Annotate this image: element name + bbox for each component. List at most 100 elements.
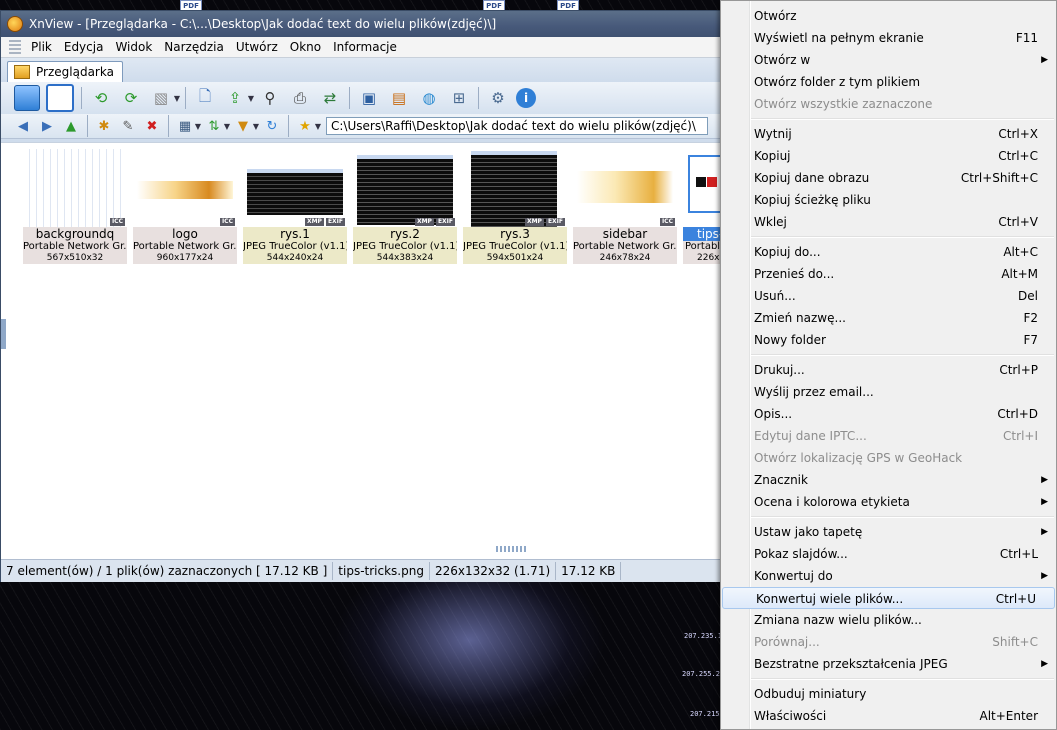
thumbnail-name: backgroundq <box>23 227 127 241</box>
toolbar-separator <box>349 87 350 109</box>
thumbnail-item[interactable]: XMP EXIF rys.3 JPEG TrueColor (v1.1) 594… <box>463 149 567 264</box>
thumbnail-dims: 544x383x24 <box>353 253 457 264</box>
menu-item-konwertuj-wiele-plikow[interactable]: Konwertuj wiele plików... Ctrl+U <box>722 587 1055 609</box>
menu-item-odbuduj-miniatury[interactable]: Odbuduj miniatury <box>721 683 1056 705</box>
menu-item-znacznik[interactable]: Znacznik ▶ <box>721 469 1056 491</box>
thumbnail-item[interactable]: ICC logo Portable Network Gr... 960x177x… <box>133 149 237 264</box>
thumbnail-name: rys.1 <box>243 227 347 241</box>
effects-icon[interactable]: ▧ <box>149 86 173 110</box>
rotate-left-icon[interactable]: ⟲ <box>89 86 113 110</box>
menu-item-label: Kopiuj <box>754 149 791 163</box>
menu-okno[interactable]: Okno <box>284 40 327 54</box>
menu-item-shortcut: Ctrl+X <box>998 127 1038 141</box>
menu-item-otworz-w[interactable]: Otwórz w ▶ <box>721 49 1056 71</box>
menu-item-wyslij-przez-email[interactable]: Wyślij przez email... <box>721 381 1056 403</box>
menu-item-kopiuj-sciezke-pliku[interactable]: Kopiuj ścieżkę pliku <box>721 189 1056 211</box>
menu-item-shortcut: Ctrl+L <box>999 547 1038 561</box>
menu-item-kopiuj[interactable]: Kopiuj Ctrl+C <box>721 145 1056 167</box>
rotate-right-icon[interactable]: ⟳ <box>119 86 143 110</box>
favorites-star-icon[interactable]: ★ <box>295 116 315 136</box>
thumbnail-item[interactable]: ICC sidebar Portable Network Gr... 246x7… <box>573 149 677 264</box>
thumbnail-item[interactable]: XMP EXIF rys.2 JPEG TrueColor (v1.1) 544… <box>353 149 457 264</box>
binoculars-icon[interactable]: ⚲ <box>258 86 282 110</box>
menu-plik[interactable]: Plik <box>25 40 58 54</box>
view-mode-icon[interactable]: ▦ <box>175 116 195 136</box>
address-bar[interactable]: C:\Users\Raffi\Desktop\Jak dodać text do… <box>326 117 708 135</box>
sort-icon[interactable]: ⇅ <box>204 116 224 136</box>
export-icon[interactable]: ⇄ <box>318 86 342 110</box>
thumbnail-browser[interactable]: ICC backgroundq Portable Network Gr... 5… <box>1 142 722 560</box>
tab-przegladarka[interactable]: Przeglądarka <box>7 61 123 82</box>
menu-item-wyswietl-na-pe-nym-ekranie[interactable]: Wyświetl na pełnym ekranie F11 <box>721 27 1056 49</box>
menu-item-usun[interactable]: Usuń... Del <box>721 285 1056 307</box>
menu-item-otworz[interactable]: Otwórz <box>721 5 1056 27</box>
edit-icon[interactable]: ✎ <box>118 116 138 136</box>
up-folder-icon[interactable]: ▲ <box>61 116 81 136</box>
menu-item-ustaw-jako-tapete[interactable]: Ustaw jako tapetę ▶ <box>721 521 1056 543</box>
new-folder-icon[interactable]: ✱ <box>94 116 114 136</box>
menu-utworz[interactable]: Utwórz <box>230 40 284 54</box>
menu-item-shortcut: Ctrl+P <box>999 363 1038 377</box>
thumbnail-item[interactable]: XMP EXIF rys.1 JPEG TrueColor (v1.1) 544… <box>243 149 347 264</box>
refresh-icon[interactable]: ↻ <box>262 116 282 136</box>
filter-icon[interactable]: ▼ <box>233 116 253 136</box>
menu-item-wklej[interactable]: Wklej Ctrl+V <box>721 211 1056 233</box>
menu-item-kopiuj-dane-obrazu[interactable]: Kopiuj dane obrazu Ctrl+Shift+C <box>721 167 1056 189</box>
menu-item-konwertuj-do[interactable]: Konwertuj do ▶ <box>721 565 1056 587</box>
panel-resize-grip[interactable] <box>496 546 526 552</box>
menu-informacje[interactable]: Informacje <box>327 40 403 54</box>
screenshot-icon[interactable]: ▣ <box>357 86 381 110</box>
menu-edycja[interactable]: Edycja <box>58 40 110 54</box>
settings-icon[interactable]: ⚙ <box>486 86 510 110</box>
view-icon[interactable] <box>14 85 40 111</box>
menu-item-wytnij[interactable]: Wytnij Ctrl+X <box>721 123 1056 145</box>
document-icon[interactable]: 🗋 <box>193 86 217 110</box>
menu-item-zmien-nazwe[interactable]: Zmień nazwę... F2 <box>721 307 1056 329</box>
forward-arrow-icon[interactable]: ▶ <box>37 116 57 136</box>
panel-collapse-handle[interactable] <box>1 319 6 349</box>
menu-item-zmiana-nazw-wielu-plikow[interactable]: Zmiana nazw wielu plików... <box>721 609 1056 631</box>
menu-narzedzia[interactable]: Narzędzia <box>158 40 230 54</box>
thumbnail-item-selected[interactable]: tips-tricks Portable Network Gr... 226x1… <box>683 149 722 264</box>
chevron-down-icon[interactable]: ▼ <box>314 114 322 138</box>
chevron-down-icon[interactable]: ▼ <box>252 114 260 138</box>
menu-item-nowy-folder[interactable]: Nowy folder F7 <box>721 329 1056 351</box>
print-icon[interactable]: ⎙ <box>288 86 312 110</box>
fit-icon[interactable] <box>46 84 74 112</box>
menu-item-otworz-folder-z-tym-plikiem[interactable]: Otwórz folder z tym plikiem <box>721 71 1056 93</box>
submenu-arrow-icon: ▶ <box>1041 527 1048 537</box>
thumbnail-name: sidebar <box>573 227 677 241</box>
thumbnail-name: rys.3 <box>463 227 567 241</box>
chevron-down-icon[interactable]: ▼ <box>247 86 255 110</box>
chevron-down-icon[interactable]: ▼ <box>173 86 181 110</box>
info-icon[interactable]: i <box>516 88 536 108</box>
menu-item-shortcut: F11 <box>1015 31 1038 45</box>
menu-item-shortcut: Ctrl+U <box>995 592 1036 606</box>
menu-item-pokaz-slajdow[interactable]: Pokaz slajdów... Ctrl+L <box>721 543 1056 565</box>
menu-item-label: Ocena i kolorowa etykieta <box>754 495 910 509</box>
menu-item-shortcut: Ctrl+D <box>997 407 1038 421</box>
menu-item-kopiuj-do[interactable]: Kopiuj do... Alt+C <box>721 241 1056 263</box>
slideshow-icon[interactable]: ▤ <box>387 86 411 110</box>
menu-separator <box>751 354 1054 356</box>
thumbnail-grid-icon[interactable]: ⊞ <box>447 86 471 110</box>
menu-widok[interactable]: Widok <box>109 40 158 54</box>
window-titlebar[interactable]: XnView - [Przeglądarka - C:\...\Desktop\… <box>1 11 722 37</box>
menu-item-shortcut: F2 <box>1023 311 1038 325</box>
open-with-icon[interactable]: ⇪ <box>223 86 247 110</box>
chevron-down-icon[interactable]: ▼ <box>194 114 202 138</box>
thumbnail-item[interactable]: ICC backgroundq Portable Network Gr... 5… <box>23 149 127 264</box>
menu-item-przenies-do[interactable]: Przenieś do... Alt+M <box>721 263 1056 285</box>
menu-item-w-asciwosci[interactable]: Właściwości Alt+Enter <box>721 705 1056 727</box>
menu-item-ocena-i-kolorowa-etykieta[interactable]: Ocena i kolorowa etykieta ▶ <box>721 491 1056 513</box>
menu-grip-icon <box>9 40 21 54</box>
delete-icon[interactable]: ✖ <box>142 116 162 136</box>
thumbnail-name: logo <box>133 227 237 241</box>
thumbnail-image: ICC <box>573 149 677 227</box>
globe-icon[interactable]: ◍ <box>417 86 441 110</box>
menu-item-drukuj[interactable]: Drukuj... Ctrl+P <box>721 359 1056 381</box>
menu-item-opis[interactable]: Opis... Ctrl+D <box>721 403 1056 425</box>
back-arrow-icon[interactable]: ◀ <box>13 116 33 136</box>
chevron-down-icon[interactable]: ▼ <box>223 114 231 138</box>
menu-item-bezstratne-przekszta-cenia-jpeg[interactable]: Bezstratne przekształcenia JPEG ▶ <box>721 653 1056 675</box>
